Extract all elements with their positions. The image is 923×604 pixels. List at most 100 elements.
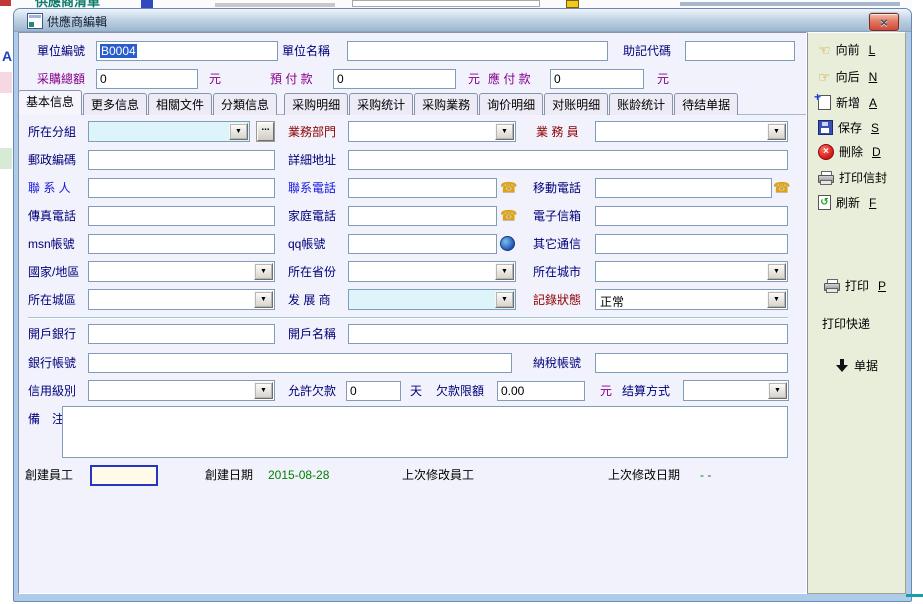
group-browse-button[interactable]: ... [257,122,274,141]
printer-icon [824,279,840,292]
chevron-down-icon[interactable]: ▼ [254,382,273,399]
developer-combo[interactable]: ▼ [348,289,516,310]
phone-icon[interactable]: ☎ [500,180,517,194]
mobile-label: 移動電話 [533,181,581,195]
account-name-input[interactable] [348,324,788,344]
debt-days-input[interactable] [346,381,401,401]
close-button[interactable]: × [869,13,899,31]
mobile-input[interactable] [595,178,772,198]
remark-label: 備 注 [28,412,64,426]
contact-label: 聯 系 人 [28,181,71,195]
sidebar-panel [807,32,906,594]
province-label: 所在省份 [288,265,336,279]
next-button[interactable]: ☞ 向后N [818,68,877,85]
chevron-down-icon[interactable]: ▼ [254,291,273,308]
address-input[interactable] [348,150,788,170]
creator-label: 創建員工 [25,468,73,482]
tab-aging-stats[interactable]: 账龄统计 [609,93,673,115]
city-combo[interactable]: ▼ [595,261,788,282]
tab-purchase-stats[interactable]: 采购统计 [349,93,413,115]
province-combo[interactable]: ▼ [348,261,516,282]
globe-icon[interactable] [500,236,515,251]
mnemonic-input[interactable] [685,41,795,61]
print-button[interactable]: 打印P [824,277,886,294]
chevron-down-icon[interactable]: ▼ [495,291,514,308]
creator-input[interactable] [90,465,158,486]
add-button[interactable]: + 新增A [818,94,877,111]
postcode-label: 郵政編碼 [28,153,76,167]
dept-label: 業務部門 [288,125,336,139]
chevron-down-icon[interactable]: ▼ [254,263,273,280]
bills-button[interactable]: 单据 [836,357,878,374]
chevron-down-icon[interactable]: ▼ [495,263,514,280]
phone-icon[interactable]: ☎ [500,208,517,222]
remark-textarea[interactable] [62,406,788,458]
fax-input[interactable] [88,206,275,226]
district-label: 所在城區 [28,293,76,307]
qq-input[interactable] [348,234,497,254]
msn-input[interactable] [88,234,275,254]
other-im-input[interactable] [595,234,788,254]
debt-limit-label: 欠款限額 [436,384,484,398]
msn-label: msn帳號 [28,237,75,251]
phone-icon[interactable]: ☎ [773,180,790,194]
hand-left-icon: ☜ [818,43,831,57]
floppy-disk-icon [818,120,833,135]
tab-category-info[interactable]: 分類信息 [213,93,277,115]
contact-phone-input[interactable] [348,178,497,198]
save-button[interactable]: 保存S [818,119,879,136]
tab-purchase-business[interactable]: 采购業務 [414,93,478,115]
refresh-button[interactable]: ↺ 刷新F [818,194,876,211]
email-label: 電子信箱 [533,209,581,223]
unit-name-input[interactable] [347,41,608,61]
chevron-down-icon[interactable]: ▼ [768,382,787,399]
status-value: 正常 [600,293,624,310]
home-phone-input[interactable] [348,206,497,226]
tab-reconcile-detail[interactable]: 对账明细 [544,93,608,115]
postcode-input[interactable] [88,150,275,170]
settlement-combo[interactable]: ▼ [683,380,789,401]
country-combo[interactable]: ▼ [88,261,275,282]
unit-code-input[interactable]: B0004 [96,41,278,61]
purchase-total-input[interactable] [96,69,198,89]
dept-combo[interactable]: ▼ [348,121,516,142]
email-input[interactable] [595,206,788,226]
district-combo[interactable]: ▼ [88,289,275,310]
tab-purchase-detail[interactable]: 采购明细 [284,93,348,115]
bank-input[interactable] [88,324,275,344]
prepaid-input[interactable] [333,69,456,89]
group-combo[interactable]: ▼ [88,121,250,142]
prev-button[interactable]: ☜ 向前L [818,41,875,58]
print-envelope-button[interactable]: 打印信封 [818,169,896,186]
payable-input[interactable] [550,69,644,89]
chevron-down-icon[interactable]: ▼ [495,123,514,140]
tax-account-input[interactable] [595,353,788,373]
prepaid-unit: 元 [468,72,480,86]
print-express-button[interactable]: 打印快递 [822,315,870,332]
tab-basic-info[interactable]: 基本信息 [18,90,82,115]
parent-top-fragment [215,3,335,7]
parent-toolbar-icon [141,0,153,8]
tab-inquiry-detail[interactable]: 询价明细 [479,93,543,115]
tab-related-files[interactable]: 相關文件 [148,93,212,115]
salesman-combo[interactable]: ▼ [595,121,788,142]
chevron-down-icon[interactable]: ▼ [767,291,786,308]
create-date-label: 創建日期 [205,468,253,482]
tab-more-info[interactable]: 更多信息 [83,93,147,115]
account-name-label: 開戶名稱 [288,327,336,341]
bank-account-input[interactable] [88,353,512,373]
credit-combo[interactable]: ▼ [88,380,275,401]
status-combo[interactable]: 正常 ▼ [595,289,788,310]
tab-pending-bills[interactable]: 待结单据 [674,93,738,115]
debt-limit-input[interactable] [497,381,585,401]
dialog-titlebar[interactable]: 供應商編輯 × [14,9,911,32]
prev-label: 向前 [836,41,860,58]
contact-input[interactable] [88,178,275,198]
chevron-down-icon[interactable]: ▼ [767,263,786,280]
home-phone-label: 家庭電話 [288,209,336,223]
delete-button[interactable]: × 刪除D [818,143,881,160]
chevron-down-icon[interactable]: ▼ [767,123,786,140]
save-label: 保存 [838,119,862,136]
modifier-label: 上次修改員工 [402,468,474,482]
chevron-down-icon[interactable]: ▼ [229,123,248,140]
